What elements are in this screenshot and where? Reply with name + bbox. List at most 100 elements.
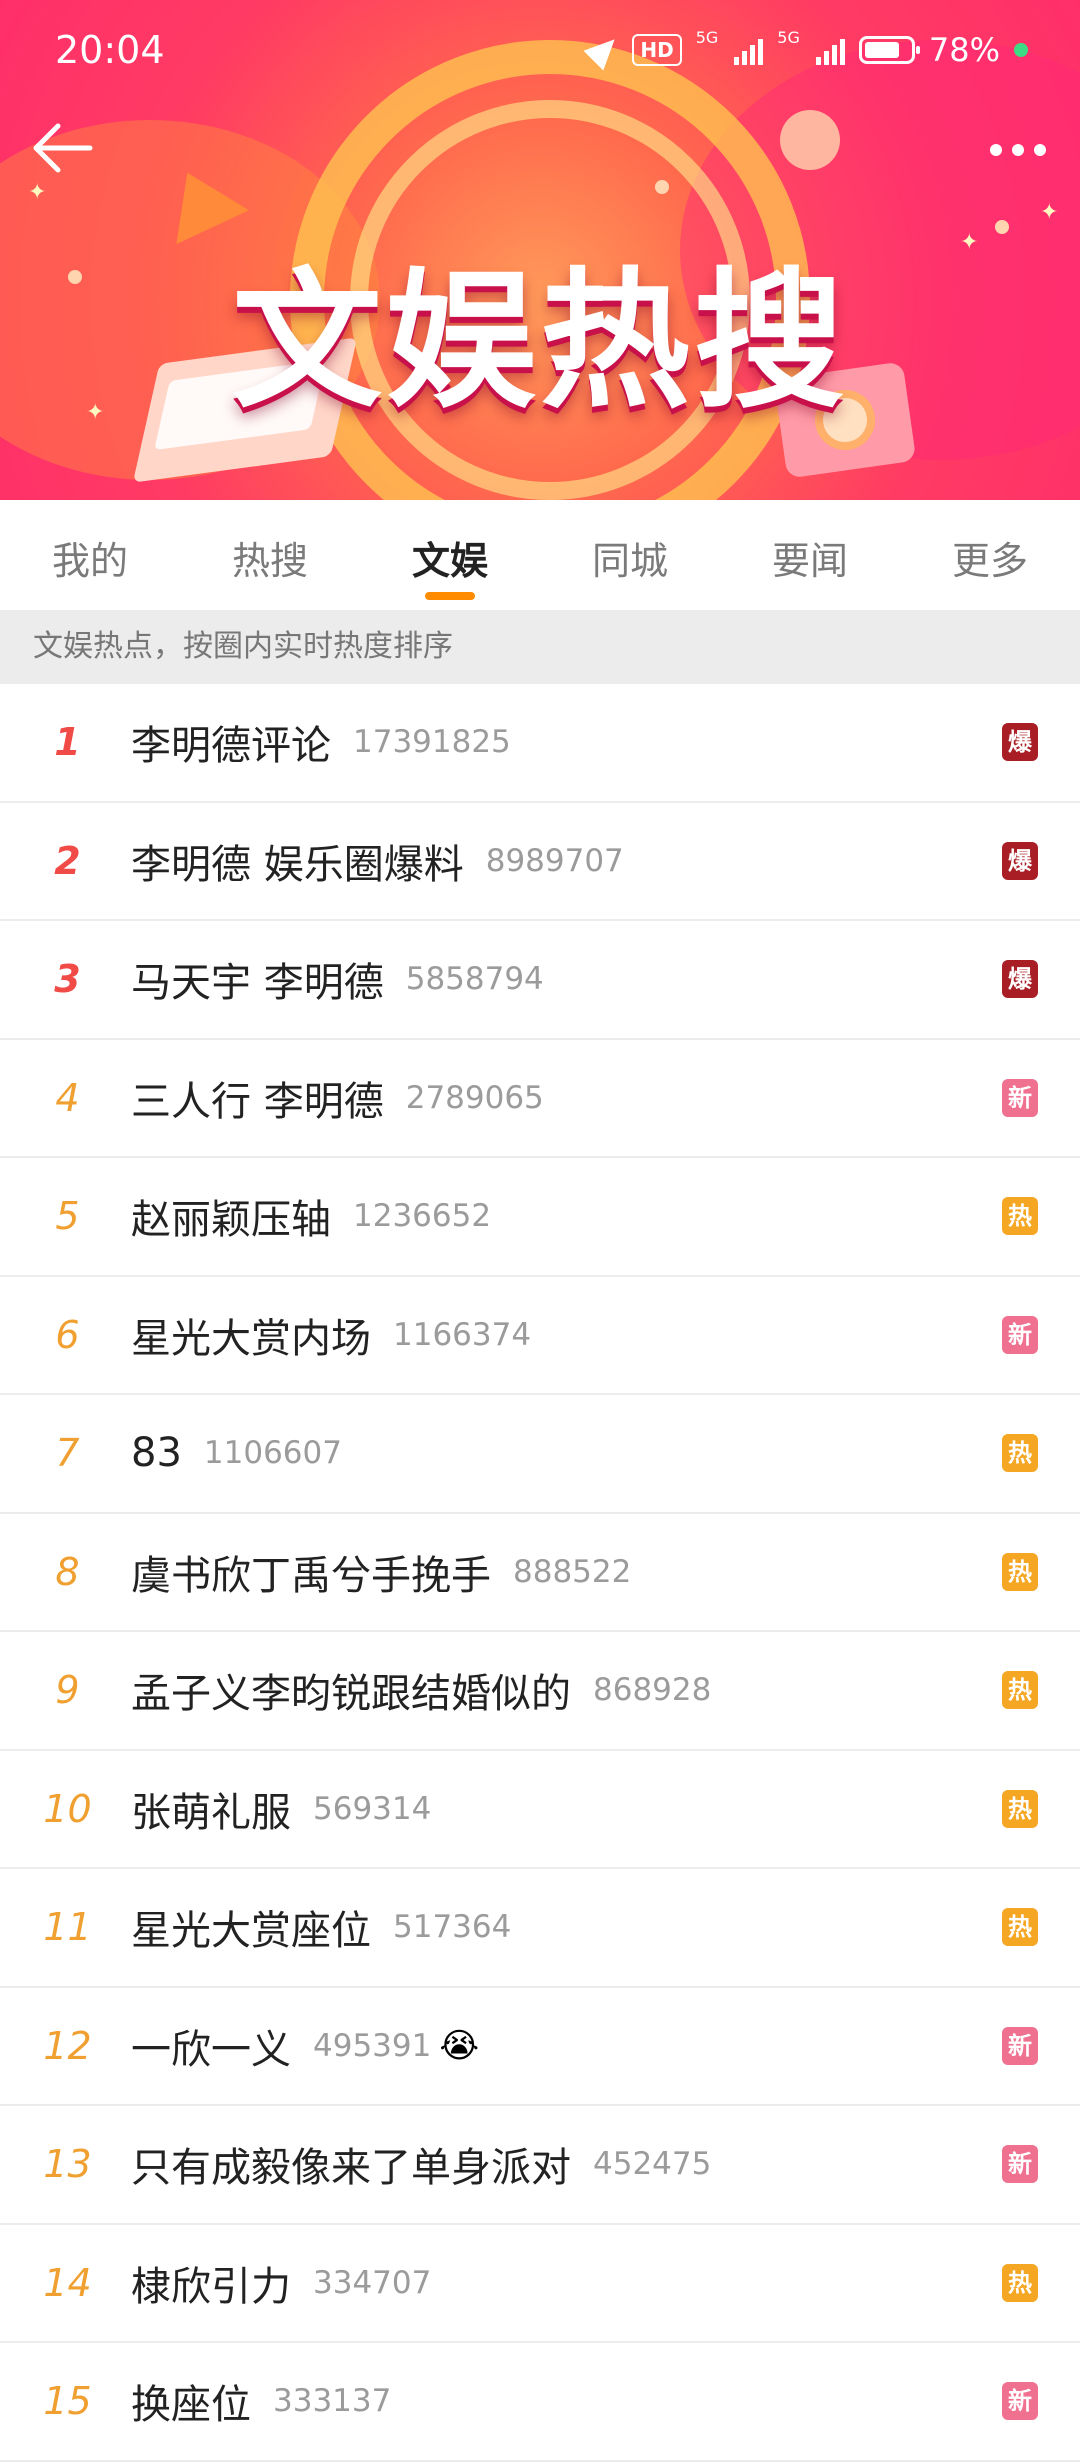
heat-count: 334707 xyxy=(313,2264,432,2301)
status-badge: 热 xyxy=(1002,1908,1038,1947)
status-badge: 爆 xyxy=(1002,723,1038,762)
item-title: 只有成毅像来了单身派对 xyxy=(131,2145,571,2192)
tab-3[interactable]: 同城 xyxy=(540,500,720,610)
battery-level: 78% xyxy=(928,31,1000,69)
status-badge: 新 xyxy=(1002,2145,1038,2184)
status-badge: 热 xyxy=(1002,1197,1038,1236)
rank-number: 10 xyxy=(43,1786,92,1831)
status-badge: 新 xyxy=(1002,2026,1038,2065)
heat-count: 17391825 xyxy=(353,724,511,761)
header-banner: ✦ ✦ ✦ ✦ 文娱热搜 20:04 HD 5G 5G 78% xyxy=(0,0,1080,500)
rank-number: 8 xyxy=(55,1549,80,1594)
item-content: 张萌礼服 569314 xyxy=(131,1751,431,1868)
hd-icon: HD xyxy=(632,34,682,66)
rank-number: 13 xyxy=(43,2142,92,2187)
arrow-left-icon xyxy=(33,123,93,173)
item-title: 83 xyxy=(131,1430,182,1477)
item-title: 星光大赏内场 xyxy=(131,1315,371,1362)
item-content: 李明德评论 17391825 xyxy=(131,684,511,801)
item-content: 只有成毅像来了单身派对 452475 xyxy=(131,2106,711,2223)
status-badge: 热 xyxy=(1002,1552,1038,1591)
list-item[interactable]: 10 张萌礼服 569314 热 xyxy=(0,1751,1080,1869)
tab-2[interactable]: 文娱 xyxy=(360,500,540,610)
item-content: 83 1106607 xyxy=(131,1395,342,1512)
list-item[interactable]: 6 星光大赏内场 1166374 新 xyxy=(0,1277,1080,1395)
heat-count: 333137 xyxy=(273,2383,392,2420)
crying-face-icon: 😭 xyxy=(439,2025,480,2066)
rank-number: 5 xyxy=(55,1194,80,1239)
item-title: 孟子义李昀锐跟结婚似的 xyxy=(131,1671,571,1718)
list-item[interactable]: 14 棣欣引力 334707 热 xyxy=(0,2225,1080,2343)
list-item[interactable]: 7 83 1106607 热 xyxy=(0,1395,1080,1514)
item-content: 马天宇 李明德 5858794 xyxy=(131,921,544,1038)
status-badge: 热 xyxy=(1002,2263,1038,2302)
rank-number: 14 xyxy=(43,2260,92,2305)
tab-1[interactable]: 热搜 xyxy=(180,500,360,610)
item-content: 虞书欣丁禹兮手挽手 888522 xyxy=(131,1514,631,1631)
more-options-button[interactable] xyxy=(978,125,1058,175)
list-description: 文娱热点，按圈内实时热度排序 xyxy=(0,610,1080,684)
list-item[interactable]: 11 星光大赏座位 517364 热 xyxy=(0,1869,1080,1988)
item-title: 李明德评论 xyxy=(131,723,331,770)
item-content: 换座位 333137 xyxy=(131,2343,391,2460)
network-type-label: 5G xyxy=(695,28,719,47)
list-item[interactable]: 12 一欣一义 495391 😭 新 xyxy=(0,1988,1080,2106)
banner-title: 文娱热搜 xyxy=(231,255,848,429)
tab-5[interactable]: 更多 xyxy=(900,500,1080,610)
item-title: 马天宇 李明德 xyxy=(131,960,384,1007)
item-title: 张萌礼服 xyxy=(131,1789,291,1836)
heat-count: 888522 xyxy=(513,1553,632,1590)
rank-number: 7 xyxy=(55,1431,80,1476)
status-badge: 热 xyxy=(1002,1789,1038,1828)
status-badge: 热 xyxy=(1002,1434,1038,1473)
item-content: 星光大赏座位 517364 xyxy=(131,1869,511,1986)
heat-count: 452475 xyxy=(593,2146,712,2183)
list-item[interactable]: 5 赵丽颖压轴 1236652 热 xyxy=(0,1158,1080,1277)
hot-search-list: 1 李明德评论 17391825 爆 2 李明德 娱乐圈爆料 8989707 爆 3 马天宇 李明… xyxy=(0,684,1080,2462)
tab-4[interactable]: 要闻 xyxy=(720,500,900,610)
status-badge: 新 xyxy=(1002,2382,1038,2421)
more-dot-icon xyxy=(990,144,1002,156)
list-item[interactable]: 15 换座位 333137 新 xyxy=(0,2343,1080,2462)
item-content: 赵丽颖压轴 1236652 xyxy=(131,1158,491,1275)
heat-count: 5858794 xyxy=(405,961,544,998)
tab-0[interactable]: 我的 xyxy=(0,500,180,610)
item-content: 李明德 娱乐圈爆料 8989707 xyxy=(131,803,624,920)
heat-count: 2789065 xyxy=(405,1079,544,1116)
list-item[interactable]: 1 李明德评论 17391825 爆 xyxy=(0,684,1080,803)
status-dot-icon xyxy=(1014,43,1028,57)
rank-number: 6 xyxy=(55,1312,80,1357)
list-item[interactable]: 3 马天宇 李明德 5858794 爆 xyxy=(0,921,1080,1040)
status-time: 20:04 xyxy=(55,28,165,72)
rank-number: 2 xyxy=(54,838,81,883)
status-badge: 热 xyxy=(1002,1671,1038,1710)
status-badge: 新 xyxy=(1002,1315,1038,1354)
heat-count: 495391 xyxy=(313,2027,432,2064)
heat-count: 868928 xyxy=(593,1672,712,1709)
item-content: 星光大赏内场 1166374 xyxy=(131,1277,531,1394)
rank-number: 15 xyxy=(43,2379,92,2424)
list-item[interactable]: 13 只有成毅像来了单身派对 452475 新 xyxy=(0,2106,1080,2225)
network-type-label: 5G xyxy=(777,28,800,47)
item-title: 星光大赏座位 xyxy=(131,1908,371,1955)
location-icon xyxy=(583,29,625,71)
status-badge: 爆 xyxy=(1002,960,1038,999)
more-dot-icon xyxy=(1012,144,1024,156)
rank-number: 4 xyxy=(55,1075,80,1120)
list-item[interactable]: 4 三人行 李明德 2789065 新 xyxy=(0,1040,1080,1158)
heat-count: 1236652 xyxy=(353,1198,492,1235)
signal-icon xyxy=(734,35,764,65)
item-title: 虞书欣丁禹兮手挽手 xyxy=(131,1552,491,1599)
heat-count: 569314 xyxy=(313,1790,432,1827)
item-title: 赵丽颖压轴 xyxy=(131,1197,331,1244)
back-button[interactable] xyxy=(28,118,108,178)
planet-icon xyxy=(780,110,840,170)
banner-dot-decoration xyxy=(655,180,669,194)
list-item[interactable]: 9 孟子义李昀锐跟结婚似的 868928 热 xyxy=(0,1632,1080,1751)
status-bar: 20:04 HD 5G 5G 78% xyxy=(0,0,1080,100)
list-item[interactable]: 8 虞书欣丁禹兮手挽手 888522 热 xyxy=(0,1514,1080,1632)
battery-icon xyxy=(858,36,920,64)
item-title: 一欣一义 xyxy=(131,2026,291,2073)
rank-number: 3 xyxy=(54,957,81,1002)
list-item[interactable]: 2 李明德 娱乐圈爆料 8989707 爆 xyxy=(0,803,1080,921)
